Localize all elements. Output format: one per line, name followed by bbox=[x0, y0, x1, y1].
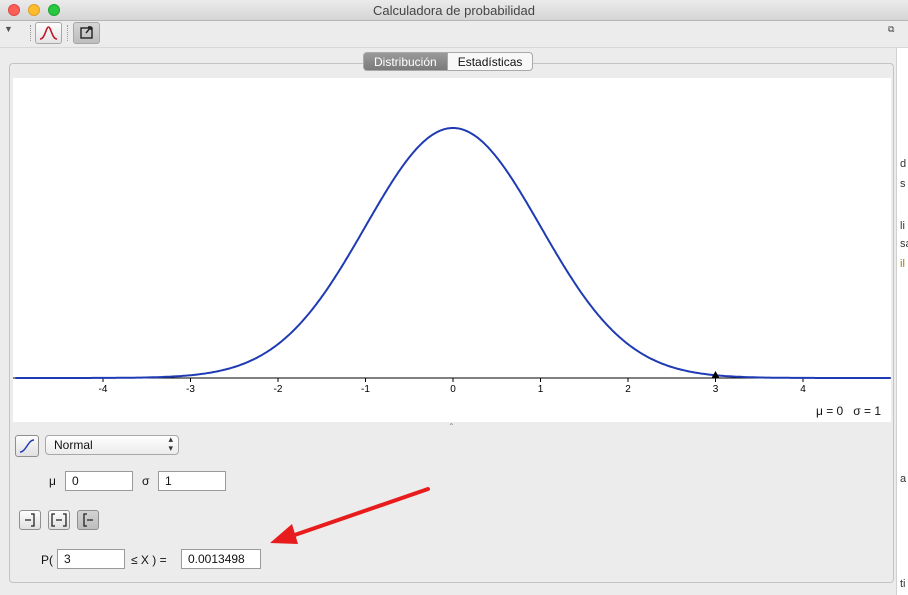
bell-curve-icon bbox=[39, 26, 58, 40]
tab-distribucion[interactable]: Distribución bbox=[363, 52, 448, 71]
x-tick-label: -1 bbox=[361, 384, 370, 395]
distribution-plot[interactable]: -4 -3 -2 -1 0 1 2 3 4 μ = 0 σ = 1 bbox=[13, 78, 891, 422]
title-bar: Calculadora de probabilidad bbox=[0, 0, 908, 21]
left-sided-button[interactable] bbox=[19, 510, 41, 530]
background-text-fragment: d bbox=[900, 158, 907, 170]
select-arrows-icon: ▴ ▾ bbox=[168, 434, 173, 453]
right-bracket-icon bbox=[83, 513, 93, 527]
x-tick-label: -4 bbox=[99, 384, 108, 395]
background-text-fragment: ti bbox=[900, 578, 906, 590]
sigma-input[interactable]: 1 bbox=[158, 471, 226, 491]
background-window-edge: d s li sa il a ti bbox=[896, 48, 908, 595]
interval-bracket-icon bbox=[51, 513, 67, 527]
toolbar-dotted-separator bbox=[30, 25, 31, 41]
x-tick-label: 2 bbox=[625, 384, 631, 395]
export-window-icon bbox=[80, 26, 93, 39]
parameter-label: μ = 0 σ = 1 bbox=[815, 404, 881, 418]
plot-svg: -4 -3 -2 -1 0 1 2 3 4 bbox=[13, 127, 891, 395]
export-button[interactable] bbox=[73, 22, 100, 44]
toolbar: ▼ ⧉ bbox=[0, 21, 908, 48]
distribution-view-button[interactable] bbox=[35, 22, 62, 44]
toolbar-dotted-separator bbox=[67, 25, 68, 41]
cumulative-toggle-button[interactable] bbox=[15, 435, 39, 457]
sigma-label: σ bbox=[142, 474, 150, 488]
distribution-select-value: Normal bbox=[54, 438, 93, 452]
density-curve bbox=[15, 127, 891, 379]
x-tick-label: -3 bbox=[186, 384, 195, 395]
tab-estadisticas[interactable]: Estadísticas bbox=[447, 52, 534, 71]
mu-input[interactable]: 0 bbox=[65, 471, 133, 491]
x-tick-label: 0 bbox=[450, 384, 456, 395]
x-axis-ticks: -4 -3 -2 -1 0 1 2 3 4 bbox=[99, 378, 806, 395]
lower-bound-input[interactable]: 3 bbox=[57, 549, 125, 569]
left-bracket-icon bbox=[25, 513, 35, 527]
probability-result-field[interactable]: 0.0013498 bbox=[181, 549, 261, 569]
split-handle-icon[interactable]: ⌃ bbox=[448, 422, 455, 431]
distribution-select[interactable]: Normal ▴ ▾ bbox=[45, 435, 179, 455]
background-text-fragment: s bbox=[900, 178, 906, 190]
background-text-fragment: li bbox=[900, 220, 905, 232]
right-sided-button[interactable] bbox=[77, 510, 99, 530]
toolbar-menu-triangle-icon[interactable]: ▼ bbox=[4, 24, 13, 34]
undock-icon[interactable]: ⧉ bbox=[888, 24, 894, 35]
cumulative-curve-icon bbox=[19, 439, 35, 453]
probability-middle-text: ≤ X ) = bbox=[131, 553, 167, 567]
background-text-fragment: a bbox=[900, 473, 907, 485]
x-tick-label: 1 bbox=[538, 384, 544, 395]
background-text-fragment: sa bbox=[900, 238, 908, 250]
probability-prefix: P( bbox=[41, 553, 53, 567]
x-tick-label: 3 bbox=[713, 384, 719, 395]
mu-label: μ bbox=[49, 474, 56, 488]
x-tick-label: 4 bbox=[800, 384, 806, 395]
x-tick-label: -2 bbox=[274, 384, 283, 395]
background-text-fragment: il bbox=[900, 258, 905, 270]
interval-button[interactable] bbox=[48, 510, 70, 530]
window-title: Calculadora de probabilidad bbox=[373, 3, 535, 18]
tab-bar: Distribución Estadísticas bbox=[363, 52, 534, 71]
annotation-arrow bbox=[270, 487, 430, 544]
